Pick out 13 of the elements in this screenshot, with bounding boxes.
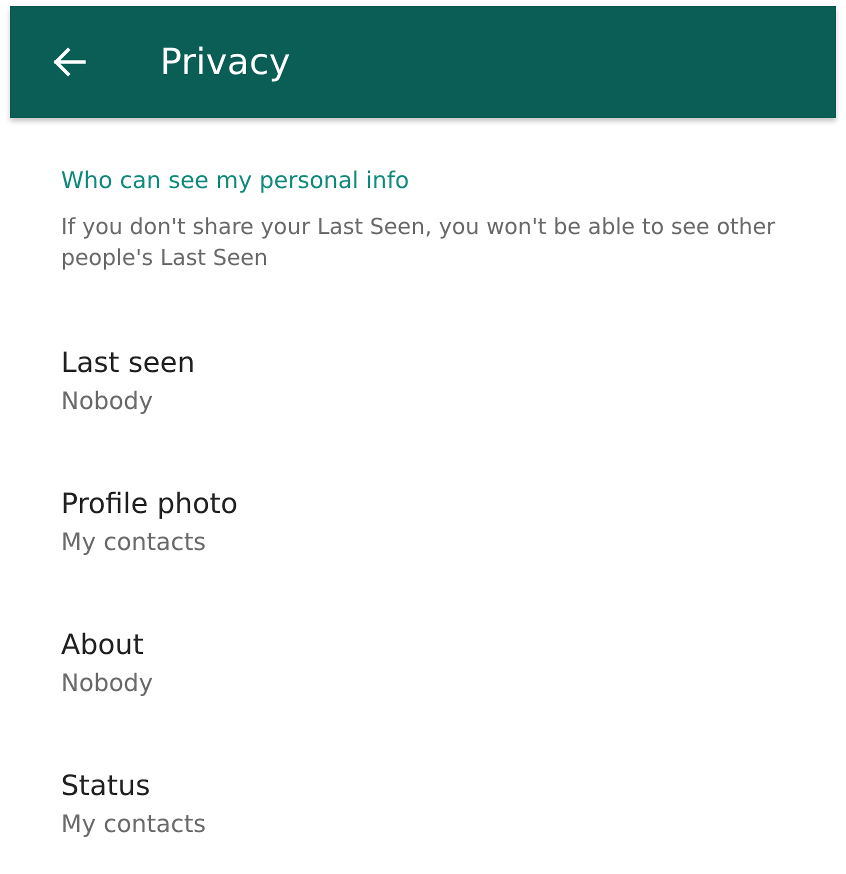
back-button[interactable] <box>52 47 86 77</box>
section-heading: Who can see my personal info <box>61 168 410 194</box>
setting-value: My contacts <box>61 810 206 838</box>
setting-label[interactable]: About <box>61 628 144 661</box>
setting-value: Nobody <box>61 387 153 415</box>
setting-label[interactable]: Status <box>61 769 150 802</box>
page-title: Privacy <box>160 42 290 82</box>
back-arrow-icon <box>52 47 86 77</box>
setting-value: My contacts <box>61 528 206 556</box>
setting-label[interactable]: Last seen <box>61 346 196 379</box>
section-description: If you don't share your Last Seen, you won't be able to see other people's Last Seen <box>61 214 776 273</box>
setting-label[interactable]: Profile photo <box>61 487 238 520</box>
setting-value: Nobody <box>61 669 153 697</box>
